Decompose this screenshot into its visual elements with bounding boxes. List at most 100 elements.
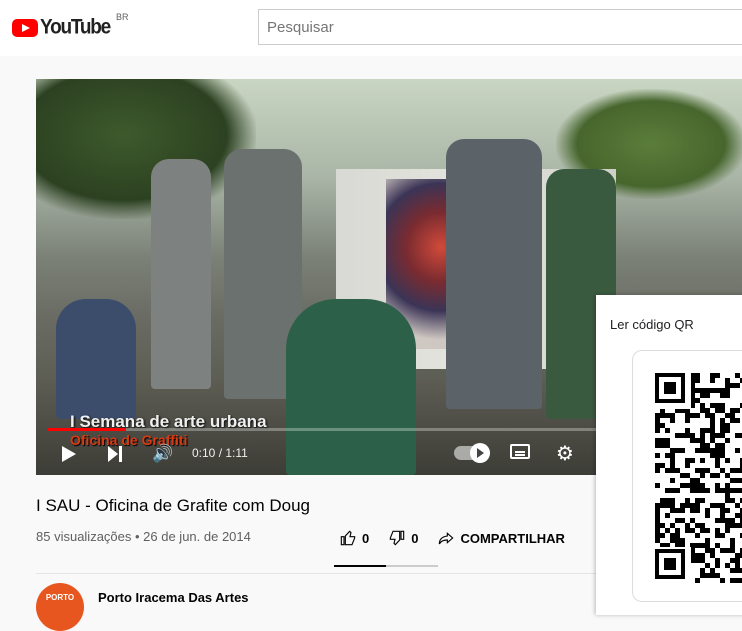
qr-module [735,468,740,473]
dislike-button[interactable]: 0 [389,530,418,546]
qr-module [685,458,690,463]
qr-module [700,408,705,413]
thumbs-down-icon [390,530,405,546]
qr-module [665,438,670,443]
qr-module [685,503,690,508]
qr-module [730,418,735,423]
autoplay-play-icon [477,448,484,458]
qr-module [705,563,710,568]
qr-module [675,448,680,453]
qr-module [655,508,660,513]
qr-module [715,448,720,453]
qr-module [670,508,675,513]
qr-module [660,533,665,538]
qr-module [715,373,720,378]
qr-module [700,433,705,438]
qr-module [680,503,685,508]
qr-module [655,438,660,443]
play-icon[interactable] [62,446,76,462]
qr-module [670,468,675,473]
qr-module [700,468,705,473]
qr-module [720,388,725,393]
youtube-logo[interactable]: YouTube BR [12,12,129,42]
search-input[interactable] [258,9,742,45]
qr-module [730,478,735,483]
qr-module [695,468,700,473]
like-button[interactable]: 0 [340,530,369,546]
qr-module [710,403,715,408]
video-frame-tree [36,79,256,219]
qr-module [735,478,740,483]
progress-played [48,428,127,431]
qr-module [700,498,705,503]
qr-module [710,418,715,423]
next-icon[interactable] [108,446,124,462]
qr-module [705,548,710,553]
qr-module [700,523,705,528]
qr-module [705,513,710,518]
qr-module [720,393,725,398]
channel-name[interactable]: Porto Iracema Das Artes [98,590,249,605]
qr-module [690,413,695,418]
qr-module [715,458,720,463]
qr-module [655,538,660,543]
qr-module [695,478,700,483]
qr-module [725,498,730,503]
qr-module [665,528,670,533]
qr-module [685,433,690,438]
progress-bar[interactable] [48,428,608,431]
qr-module [655,518,660,523]
qr-module [725,388,730,393]
qr-module [715,408,720,413]
qr-module [735,383,740,388]
qr-module [720,533,725,538]
qr-module [725,438,730,443]
qr-module [700,438,705,443]
qr-module [655,463,660,468]
video-meta: 85 visualizações • 26 de jun. de 2014 [36,529,251,544]
qr-module [705,448,710,453]
qr-module [725,383,730,388]
qr-module [675,468,680,473]
qr-module [710,428,715,433]
volume-icon[interactable]: 🔊 [152,444,173,464]
qr-module [705,428,710,433]
qr-module [660,423,665,428]
qr-module [660,463,665,468]
qr-module [700,473,705,478]
qr-module [715,483,720,488]
gear-icon[interactable]: ⚙ [556,441,574,466]
qr-module [735,488,740,493]
qr-module [730,578,735,583]
autoplay-toggle[interactable] [454,443,490,463]
qr-module [730,558,735,563]
qr-module [725,428,730,433]
subtitles-icon[interactable] [510,444,530,459]
video-actions: 0 0 COMPARTILHAR [340,528,585,548]
video-title: I SAU - Oficina de Grafite com Doug [36,496,310,515]
qr-module [715,558,720,563]
qr-module [670,458,675,463]
qr-module [685,528,690,533]
qr-module [725,458,730,463]
qr-module [685,523,690,528]
qr-module [715,388,720,393]
qr-module [665,443,670,448]
qr-module [720,468,725,473]
qr-module [710,388,715,393]
qr-module [720,453,725,458]
channel-avatar[interactable]: PORTO [36,583,84,631]
qr-module [700,573,705,578]
qr-module [715,473,720,478]
qr-module [715,528,720,533]
qr-module [710,548,715,553]
qr-module [675,538,680,543]
qr-module [705,393,710,398]
qr-module [735,418,740,423]
qr-module [660,443,665,448]
share-button[interactable]: COMPARTILHAR [438,530,565,546]
qr-panel-title: Ler código QR [610,317,694,332]
qr-module [710,473,715,478]
qr-module [730,548,735,553]
qr-module [725,378,730,383]
